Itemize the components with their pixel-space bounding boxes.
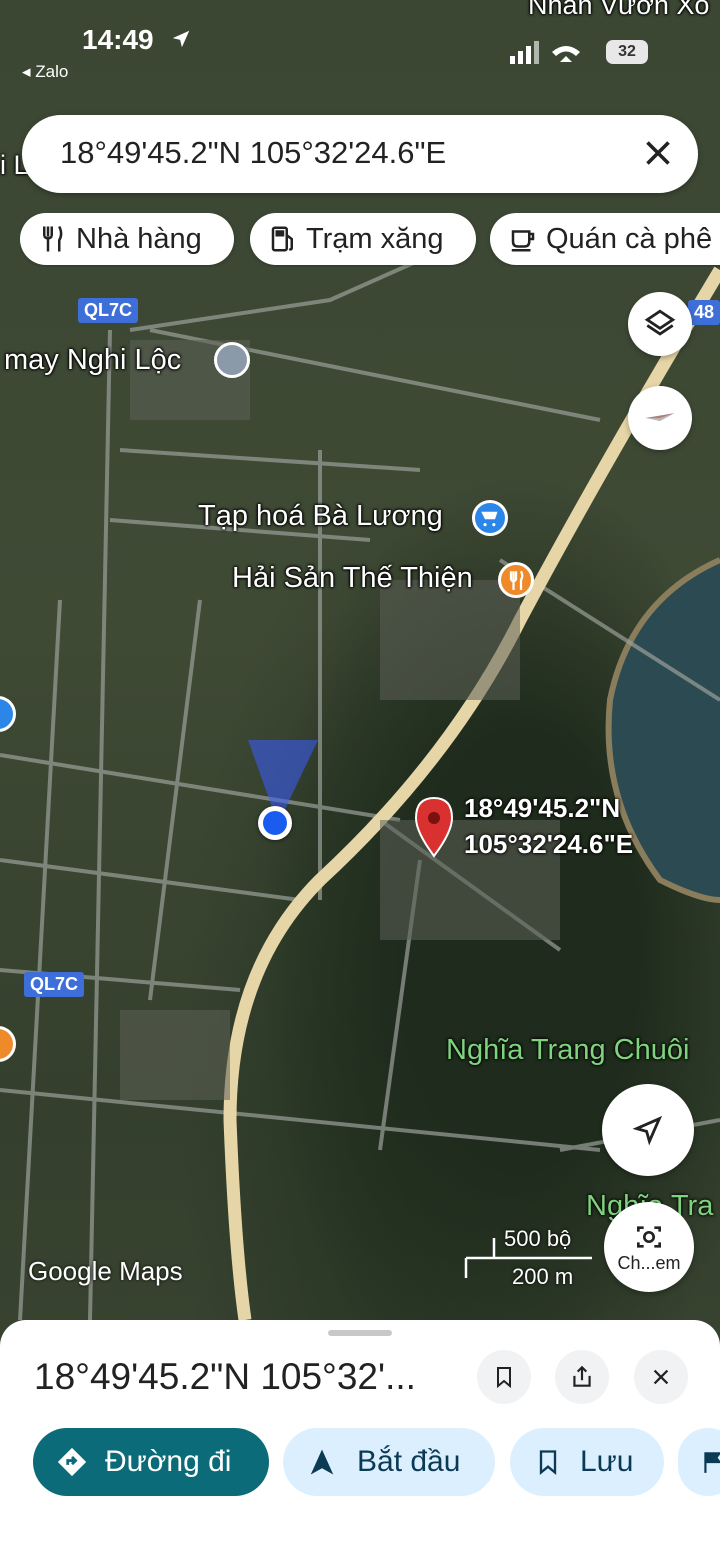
clock: 14:49 — [82, 24, 154, 55]
scale-bar — [464, 1238, 592, 1278]
sheet-title: 18°49'45.2"N 105°32'... — [34, 1356, 416, 1397]
close-sheet-button[interactable] — [634, 1350, 688, 1404]
shopping-cart-icon[interactable] — [472, 500, 508, 536]
signal-wifi-icons — [510, 41, 580, 64]
road-label-48: 48 — [688, 300, 720, 325]
battery-indicator: 32 — [606, 40, 648, 64]
search-bar[interactable]: 18°49'45.2"N 105°32'24.6"E — [22, 115, 698, 193]
save-icon-button[interactable] — [477, 1350, 531, 1404]
close-icon[interactable] — [640, 135, 676, 171]
search-query[interactable]: 18°49'45.2"N 105°32'24.6"E — [60, 135, 446, 171]
navigation-arrow-icon — [632, 1115, 663, 1146]
location-pin-icon[interactable] — [214, 342, 250, 378]
directions-icon — [57, 1447, 87, 1477]
navigation-arrow-icon — [310, 1449, 334, 1475]
dropped-pin-icon[interactable] — [412, 796, 456, 858]
directions-button[interactable]: Đường đi — [33, 1428, 269, 1496]
lens-label: Ch...em — [617, 1252, 681, 1273]
chip-coffee[interactable]: Quán cà phê — [490, 213, 720, 265]
chip-label: Nhà hàng — [76, 222, 202, 255]
coffee-cup-icon — [511, 230, 535, 252]
road-label-ql7c-2: QL7C — [24, 972, 85, 997]
back-to-app-link[interactable]: ◂ Zalo — [22, 62, 68, 82]
close-icon — [653, 1369, 669, 1385]
flag-icon — [704, 1452, 720, 1473]
lens-button[interactable]: Ch...em — [604, 1202, 694, 1292]
gas-station-icon — [271, 226, 293, 252]
map-scale: 500 bộ 200 m — [464, 1226, 594, 1289]
chip-gas-stations[interactable]: Trạm xăng — [250, 213, 476, 265]
camera-lens-icon — [637, 1225, 661, 1248]
poi-label-hai-san[interactable]: Hải Sản Thế Thiện — [232, 562, 473, 595]
pin-longitude: 105°32'24.6"E — [464, 829, 634, 859]
start-label: Bắt đầu — [357, 1445, 461, 1478]
pin-coordinates: 18°49'45.2"N 105°32'24.6"E — [464, 790, 633, 862]
chip-restaurants[interactable]: Nhà hàng — [20, 213, 234, 265]
area-label-nghia-trang[interactable]: Nghĩa Trang Chuôi — [446, 1034, 689, 1067]
compass-icon — [645, 413, 675, 422]
layers-button[interactable] — [628, 292, 692, 356]
location-arrow-icon — [172, 30, 190, 48]
user-location-dot — [258, 806, 292, 840]
place-bottom-sheet[interactable]: 18°49'45.2"N 105°32'... Đường đi Bắt đầu… — [0, 1320, 720, 1564]
poi-label-tap-hoa[interactable]: Tạp hoá Bà Lương — [198, 500, 443, 533]
google-maps-logo: Google Maps — [28, 1256, 183, 1286]
chip-label: Trạm xăng — [306, 222, 444, 255]
share-button[interactable] — [555, 1350, 609, 1404]
directions-label: Đường đi — [105, 1445, 232, 1478]
bookmark-icon — [539, 1450, 557, 1475]
compass-button[interactable] — [628, 386, 692, 450]
save-button[interactable]: Lưu — [510, 1428, 664, 1496]
my-location-button[interactable] — [602, 1084, 694, 1176]
layers-icon — [644, 309, 676, 336]
bookmark-icon — [497, 1367, 511, 1389]
road-label-ql7c: QL7C — [78, 298, 139, 323]
restaurant-icon[interactable] — [498, 562, 534, 598]
poi-label-may-nghi-loc[interactable]: may Nghi Lộc — [4, 344, 181, 377]
category-chips: Nhà hàng Trạm xăng Quán cà phê — [20, 213, 720, 267]
more-action-button[interactable] — [678, 1428, 720, 1496]
sheet-drag-handle[interactable] — [328, 1330, 392, 1336]
fork-knife-icon — [43, 225, 63, 252]
save-label: Lưu — [580, 1445, 634, 1478]
start-button[interactable]: Bắt đầu — [283, 1428, 495, 1496]
chip-label: Quán cà phê — [546, 222, 713, 255]
top-partial-label: Nhãn Vườn Xo — [528, 0, 710, 20]
share-icon — [573, 1365, 591, 1387]
pin-latitude: 18°49'45.2"N — [464, 793, 621, 823]
